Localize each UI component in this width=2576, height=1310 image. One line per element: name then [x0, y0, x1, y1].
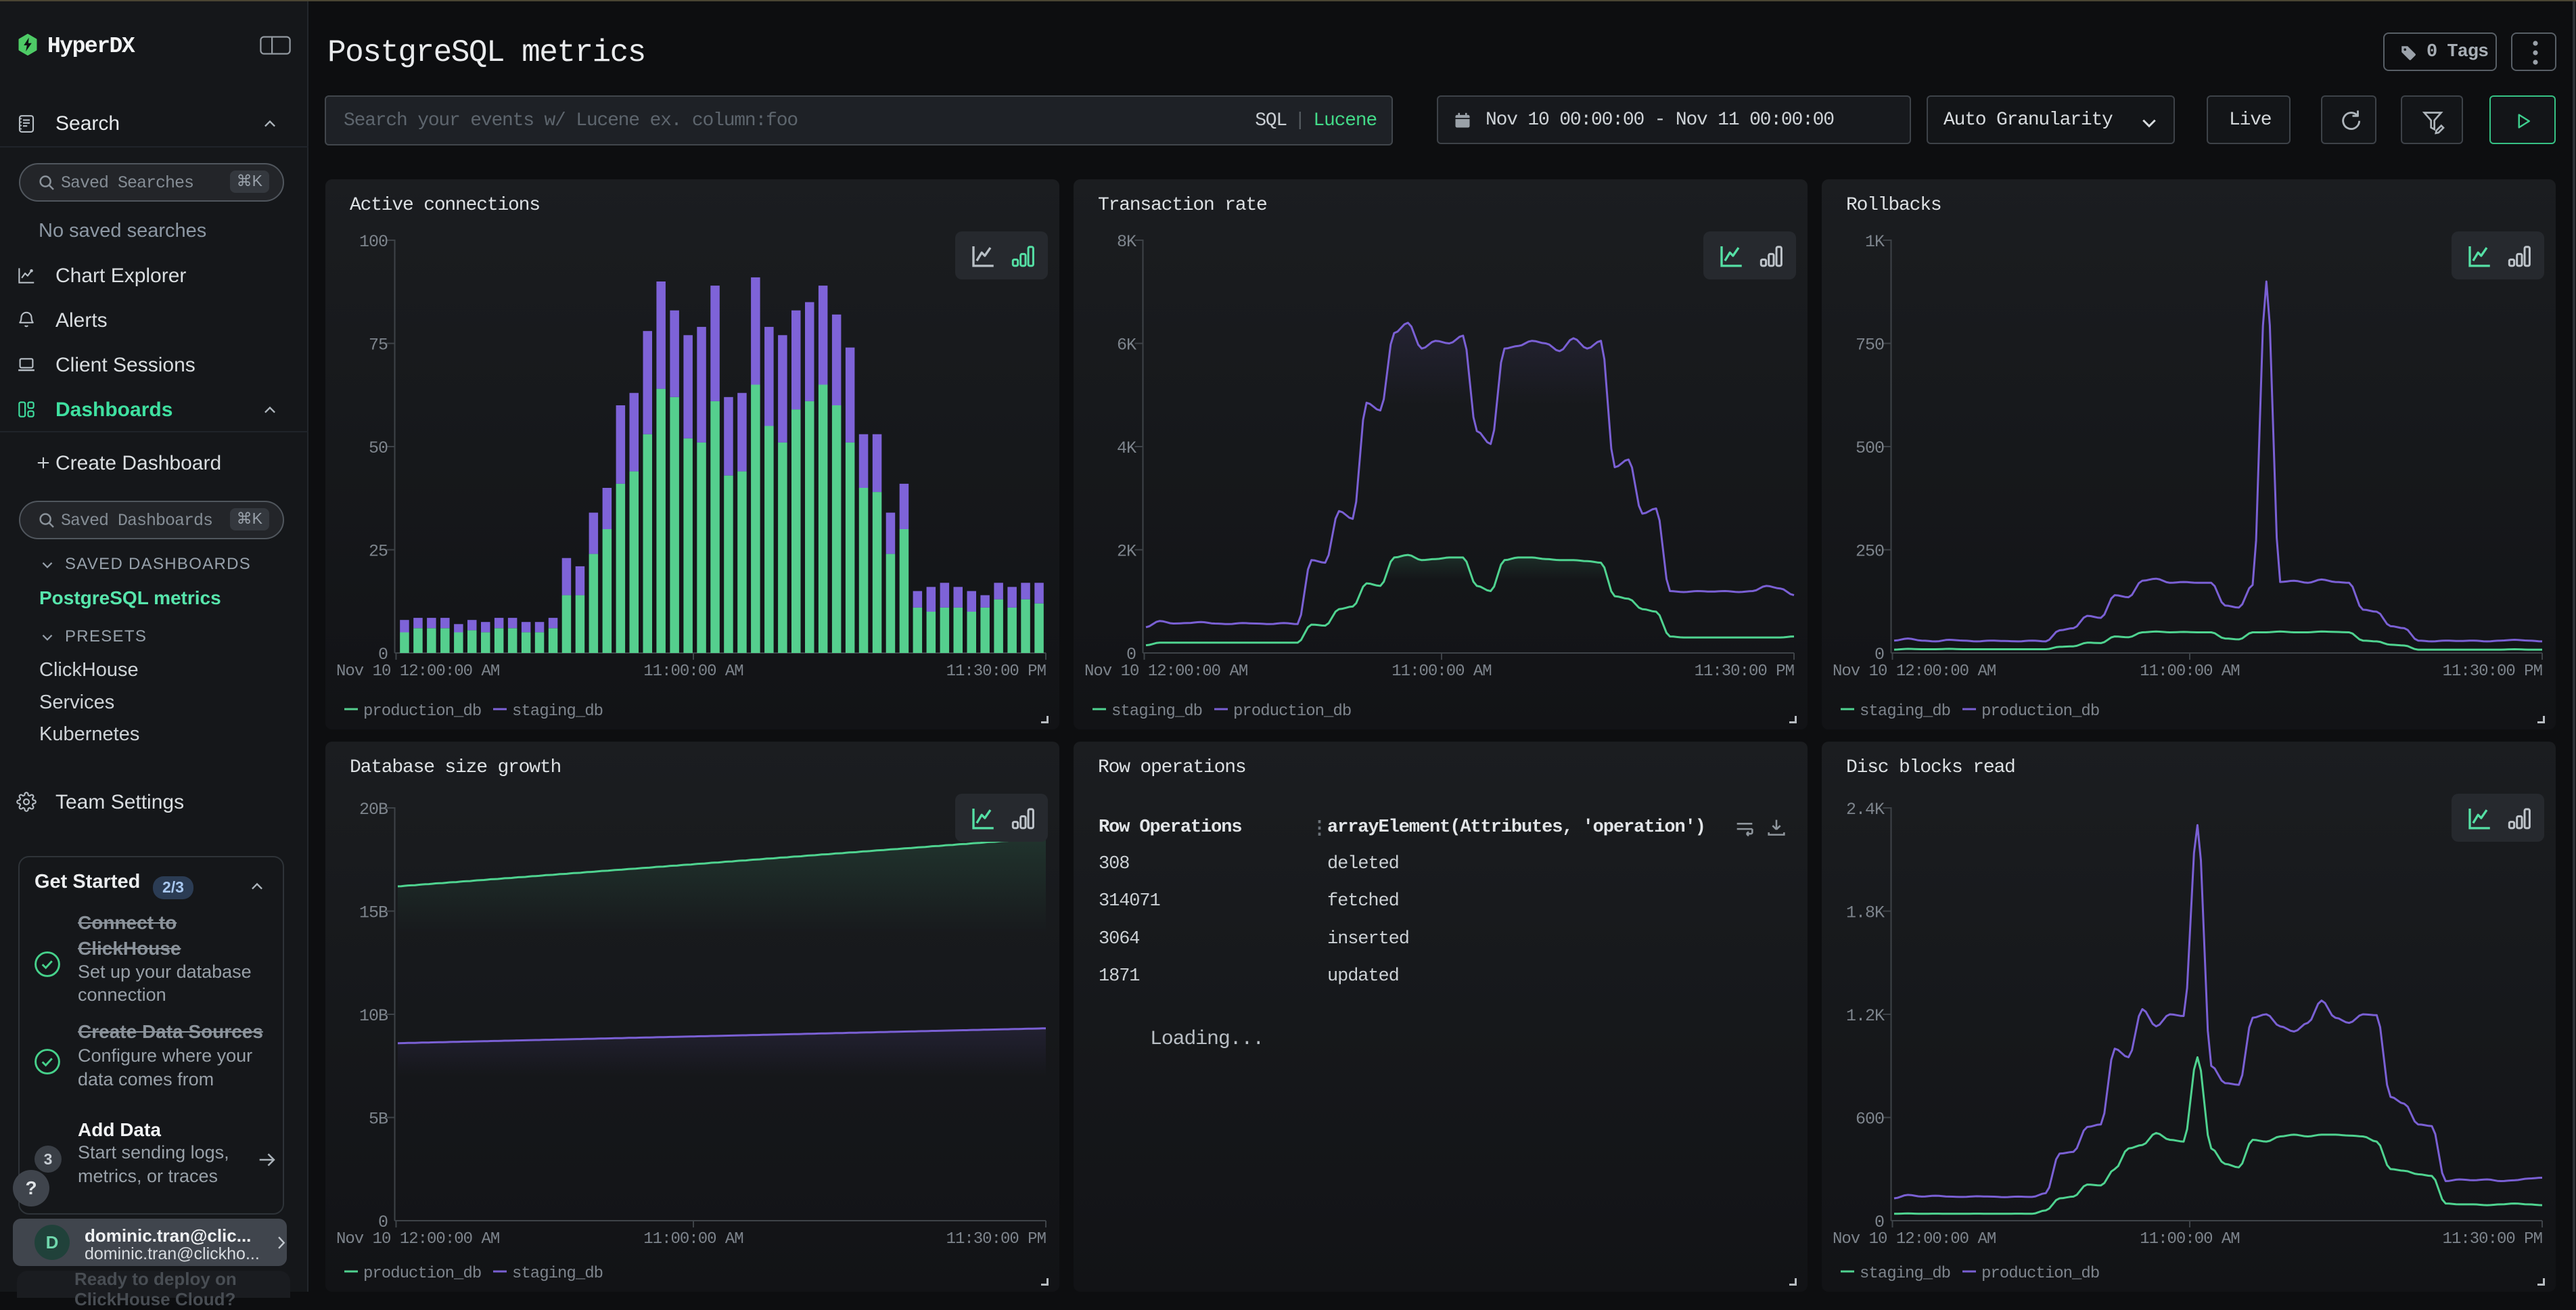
svg-text:15B: 15B	[359, 903, 388, 923]
svg-text:production_db: production_db	[363, 702, 481, 721]
svg-text:staging_db: staging_db	[512, 1265, 603, 1283]
svg-text:25: 25	[369, 542, 388, 562]
svg-text:500: 500	[1856, 438, 1884, 458]
svg-text:250: 250	[1856, 542, 1884, 562]
svg-text:20B: 20B	[359, 800, 388, 819]
svg-text:1.2K: 1.2K	[1846, 1006, 1885, 1026]
svg-text:10B: 10B	[359, 1006, 388, 1026]
svg-text:11:30:00 PM: 11:30:00 PM	[2443, 662, 2542, 681]
svg-text:0: 0	[1874, 1213, 1884, 1232]
svg-text:Nov 10 12:00:00 AM: Nov 10 12:00:00 AM	[336, 662, 499, 681]
svg-text:production_db: production_db	[1981, 1265, 2099, 1283]
svg-text:0: 0	[1126, 645, 1136, 664]
svg-text:11:30:00 PM: 11:30:00 PM	[2443, 1230, 2542, 1248]
svg-text:2K: 2K	[1117, 542, 1136, 562]
svg-text:11:00:00 AM: 11:00:00 AM	[2140, 1230, 2239, 1248]
svg-text:1K: 1K	[1865, 232, 1885, 252]
svg-text:5B: 5B	[369, 1110, 388, 1129]
svg-text:staging_db: staging_db	[1111, 702, 1202, 721]
svg-text:Nov 10 12:00:00 AM: Nov 10 12:00:00 AM	[1833, 662, 1996, 681]
svg-text:1.8K: 1.8K	[1846, 903, 1885, 923]
svg-text:750: 750	[1856, 336, 1884, 355]
svg-text:production_db: production_db	[1981, 702, 2099, 721]
svg-text:11:00:00 AM: 11:00:00 AM	[643, 1230, 743, 1248]
svg-text:Nov 10 12:00:00 AM: Nov 10 12:00:00 AM	[1833, 1230, 1996, 1248]
svg-text:0: 0	[1874, 645, 1884, 664]
svg-text:6K: 6K	[1117, 336, 1136, 355]
svg-text:4K: 4K	[1117, 438, 1136, 458]
svg-text:production_db: production_db	[1233, 702, 1351, 721]
svg-text:staging_db: staging_db	[1860, 702, 1950, 721]
svg-text:Nov 10 12:00:00 AM: Nov 10 12:00:00 AM	[1084, 662, 1247, 681]
svg-text:11:30:00 PM: 11:30:00 PM	[946, 662, 1046, 681]
svg-text:staging_db: staging_db	[1860, 1265, 1950, 1283]
svg-text:50: 50	[369, 438, 388, 458]
svg-text:11:30:00 PM: 11:30:00 PM	[946, 1230, 1046, 1248]
svg-text:production_db: production_db	[363, 1265, 481, 1283]
svg-text:2.4K: 2.4K	[1846, 800, 1885, 819]
svg-text:11:00:00 AM: 11:00:00 AM	[2140, 662, 2239, 681]
svg-text:11:00:00 AM: 11:00:00 AM	[643, 662, 743, 681]
svg-text:11:30:00 PM: 11:30:00 PM	[1695, 662, 1794, 681]
svg-text:75: 75	[369, 336, 388, 355]
svg-text:staging_db: staging_db	[512, 702, 603, 721]
svg-text:600: 600	[1856, 1110, 1884, 1129]
svg-text:8K: 8K	[1117, 232, 1136, 252]
svg-text:0: 0	[378, 645, 388, 664]
svg-text:11:00:00 AM: 11:00:00 AM	[1392, 662, 1491, 681]
svg-text:0: 0	[378, 1213, 388, 1232]
svg-text:100: 100	[359, 232, 388, 252]
svg-text:Nov 10 12:00:00 AM: Nov 10 12:00:00 AM	[336, 1230, 499, 1248]
